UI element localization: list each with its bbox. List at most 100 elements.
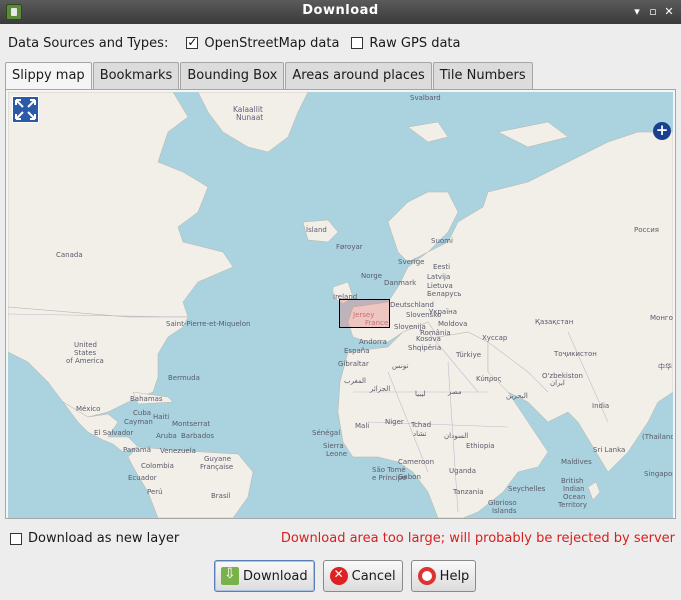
cancel-button-label: Cancel (351, 568, 396, 584)
map-label: 中华 (658, 363, 672, 371)
map-label: Eesti (433, 263, 451, 271)
zoom-in-plus-icon[interactable]: + (653, 122, 671, 140)
map-label: Türkiye (456, 351, 482, 359)
map-label: Uganda (449, 467, 477, 475)
map-label: مصر (448, 388, 462, 396)
map-label: El Salvador (94, 429, 134, 437)
osm-data-label: OpenStreetMap data (204, 35, 340, 51)
download-icon (221, 566, 239, 585)
map-label: تشاد (413, 430, 427, 438)
map-label: Ocean (563, 493, 586, 501)
map-label: Ethiopia (466, 442, 495, 450)
map-label: Føroyar (336, 243, 363, 251)
map-label: Danmark (384, 279, 417, 287)
cancel-icon (329, 567, 348, 585)
map-label: Barbados (181, 432, 215, 440)
help-button-label: Help (439, 568, 470, 584)
map-label: Bermuda (168, 374, 200, 382)
data-sources-row: Data Sources and Types: OpenStreetMap da… (8, 34, 472, 52)
map-label: Тоҷикистон (554, 350, 597, 358)
tab-bookmarks[interactable]: Bookmarks (92, 62, 180, 89)
tab-slippy-map[interactable]: Slippy map (5, 62, 92, 90)
download-button[interactable]: Download (214, 560, 315, 592)
map-label: Deutschland (390, 301, 434, 309)
map-label: Perú (147, 488, 163, 496)
checkbox-unchecked-icon[interactable] (351, 37, 364, 49)
map-label: of America (66, 357, 104, 365)
map-label: البحرين (506, 392, 528, 400)
map-label: السودان (444, 432, 469, 440)
slippy-map[interactable]: + Kalaallit Nunaat Svalbard Ísland Føroy… (8, 92, 673, 518)
map-label: ایران (550, 379, 565, 387)
map-label: Française (200, 463, 234, 471)
checkbox-checked-icon[interactable] (186, 35, 199, 49)
gps-data-label: Raw GPS data (369, 35, 461, 51)
data-sources-label: Data Sources and Types: (8, 35, 169, 51)
map-label: Jersey (353, 311, 375, 319)
map-label: Ecuador (128, 474, 157, 482)
map-label: Cameroon (398, 458, 435, 466)
window-title: Download (302, 3, 379, 18)
map-label: Maldives (561, 458, 592, 466)
map-label: Panamá (123, 446, 152, 454)
cancel-button[interactable]: Cancel (322, 560, 403, 592)
gps-data-checkbox[interactable]: Raw GPS data (351, 36, 460, 51)
map-label: Guyane (204, 455, 232, 463)
title-bar: Download ▾ ▫ ✕ (0, 0, 681, 24)
map-label: Беларусь (427, 290, 462, 298)
map-label: Bahamas (130, 395, 163, 403)
map-label: Ireland (333, 293, 358, 301)
map-label: Venezuela (160, 447, 196, 455)
map-label: Latvija (427, 273, 451, 281)
maximize-icon[interactable]: ▫ (646, 5, 660, 19)
map-label: United (74, 341, 97, 349)
download-as-new-layer-checkbox[interactable]: Download as new layer (10, 531, 179, 546)
map-label: Россия (634, 226, 659, 234)
map-label: Colombia (141, 462, 174, 470)
expand-arrows-icon (15, 99, 36, 120)
map-label: ليبيا (415, 390, 426, 398)
map-label: Niger (385, 418, 404, 426)
download-button-label: Download (243, 568, 308, 584)
tab-bounding-box[interactable]: Bounding Box (180, 62, 285, 89)
map-label: Україна (429, 308, 458, 316)
map-label: Indian (563, 485, 585, 493)
tab-areas-around-places[interactable]: Areas around places (285, 62, 432, 89)
map-label: الجزائر (370, 385, 391, 393)
map-label: States (74, 349, 97, 357)
map-label: (Thailand) (642, 433, 673, 441)
map-label: Tanzania (453, 488, 484, 496)
map-label: Sri Lanka (593, 446, 626, 454)
map-label: Montserrat (172, 420, 211, 428)
map-label: India (592, 402, 610, 410)
map-label: المغرب (344, 377, 366, 385)
zoom-extent-button[interactable] (12, 96, 39, 123)
map-label: Singapore (644, 470, 673, 478)
tab-bar: Slippy map Bookmarks Bounding Box Areas … (5, 62, 534, 90)
area-too-large-warning: Download area too large; will probably b… (280, 531, 675, 546)
map-label: Islands (492, 507, 517, 515)
map-label: Cayman (124, 418, 153, 426)
map-label: Cuba (133, 409, 152, 417)
tab-tile-numbers[interactable]: Tile Numbers (432, 62, 533, 89)
map-label: Aruba (156, 432, 177, 440)
map-label: Saint-Pierre-et-Miquelon (166, 320, 251, 328)
map-label: Gibraltar (338, 360, 369, 368)
map-label: Brasil (211, 492, 231, 500)
checkbox-unchecked-icon[interactable] (10, 532, 22, 545)
map-label: Svalbard (410, 94, 441, 102)
bottom-options-row: Download as new layer Download area too … (10, 530, 675, 548)
map-label: Moldova (438, 320, 468, 328)
map-label: British (561, 477, 584, 485)
map-label: Canada (56, 251, 83, 259)
map-label: Norge (361, 272, 383, 280)
help-button[interactable]: Help (410, 560, 477, 592)
map-label: Хуссар (482, 334, 508, 342)
map-label: Mali (355, 422, 370, 430)
map-label: Glorioso (488, 499, 517, 507)
osm-data-checkbox[interactable]: OpenStreetMap data (186, 35, 340, 51)
minimize-icon[interactable]: ▾ (630, 5, 644, 19)
map-label: Κύπρος (476, 375, 502, 383)
map-label: Sierra (323, 442, 344, 450)
close-icon[interactable]: ✕ (662, 5, 676, 19)
